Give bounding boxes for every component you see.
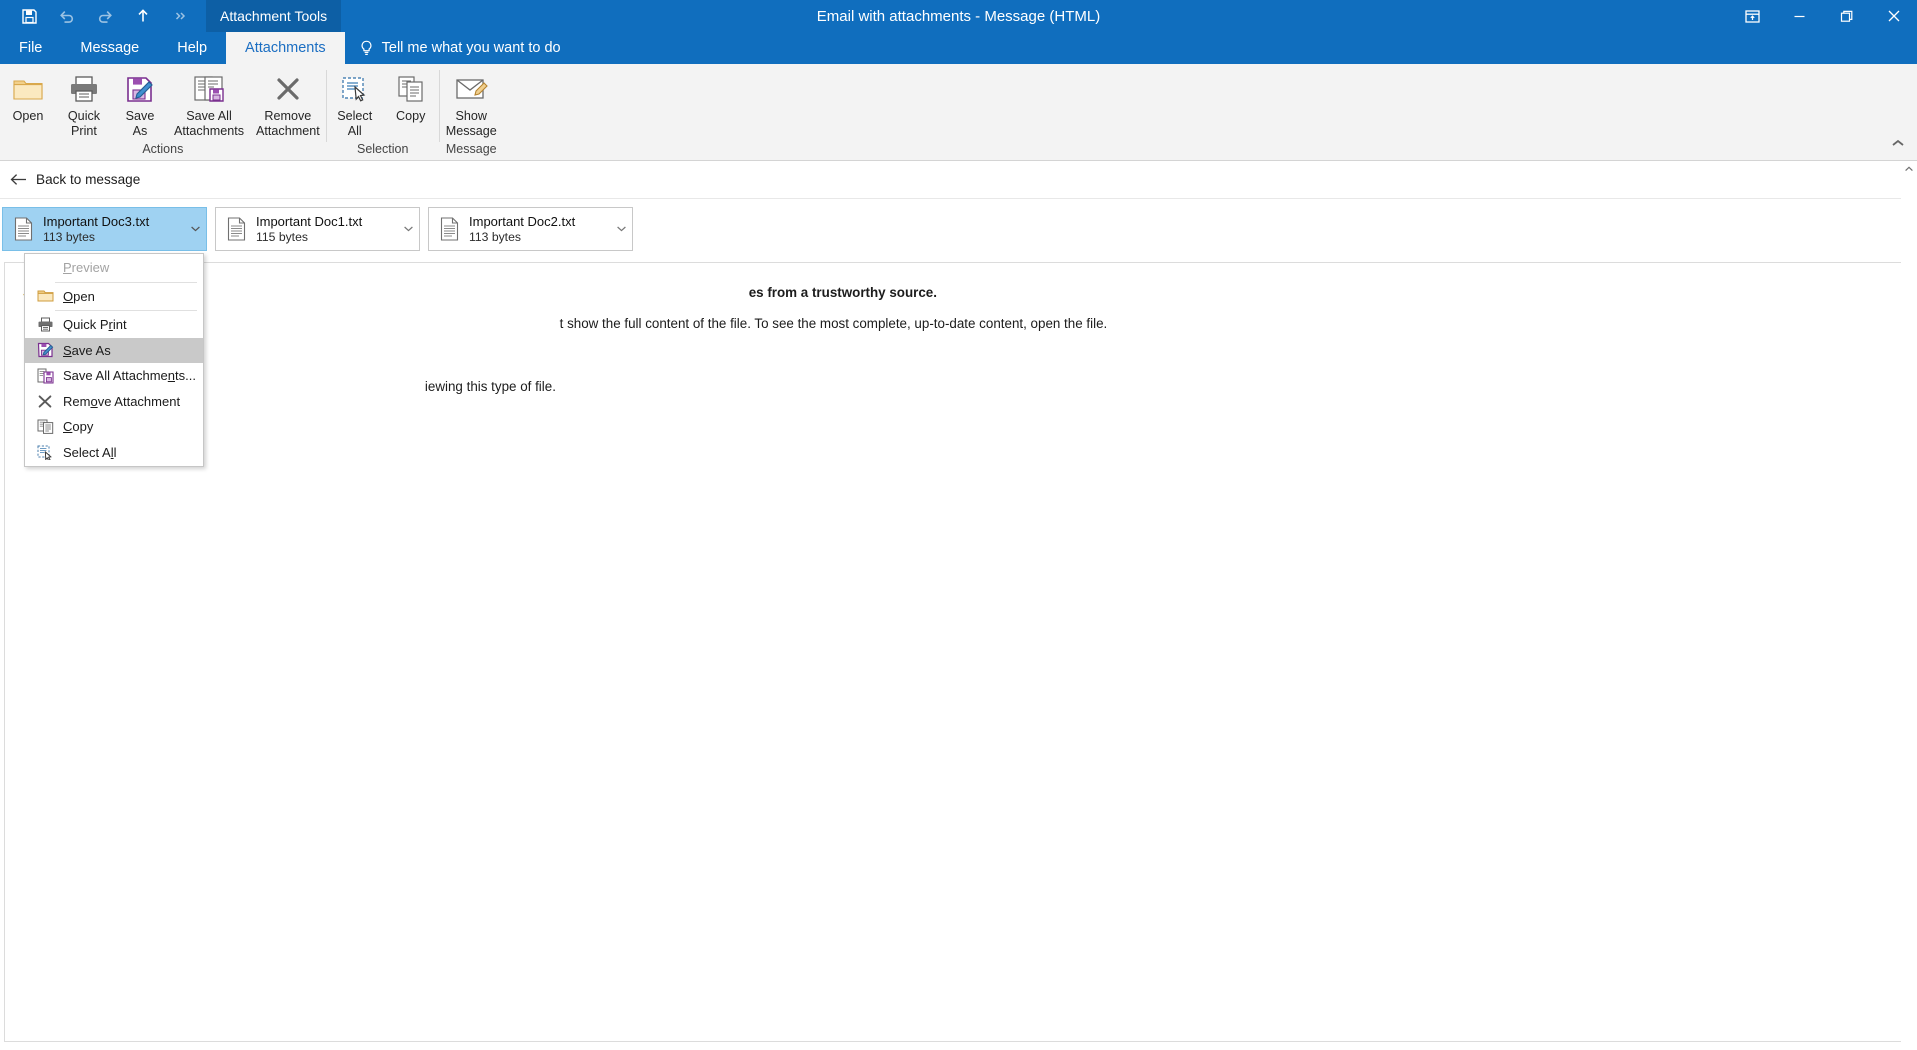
remove-attachment-button-label: Remove Attachment — [256, 109, 320, 138]
attachment-size: 115 bytes — [256, 229, 308, 244]
show-message-icon — [446, 71, 497, 107]
tab-file[interactable]: File — [0, 32, 61, 64]
attachment-tile-important-doc2[interactable]: Important Doc2.txt 113 bytes — [428, 207, 633, 251]
no-preview-visible: iewing this type of file. — [424, 379, 556, 394]
menu-separator — [55, 310, 197, 311]
save-as-button-label: Save As — [125, 109, 155, 138]
attachment-name: Important Doc3.txt — [43, 213, 150, 229]
ribbon-group-actions: Open Quick Print Save As Save All Attach… — [0, 64, 326, 161]
open-folder-icon — [6, 71, 50, 107]
ribbon: Open Quick Print Save As Save All Attach… — [0, 64, 1917, 161]
context-menu-item-preview[interactable]: Preview — [25, 255, 203, 281]
warning-line-1: es from a trustworthy source. — [748, 285, 937, 300]
attachment-name: Important Doc2.txt — [469, 213, 576, 229]
attachment-size: 113 bytes — [43, 229, 95, 244]
context-menu-item-save-all-attachments[interactable]: Save All Attachments... — [25, 363, 203, 389]
select-all-icon — [333, 71, 377, 107]
attachment-size: 113 bytes — [469, 229, 521, 244]
context-menu-item-open[interactable]: Open — [25, 284, 203, 310]
back-arrow-icon — [10, 173, 27, 186]
ribbon-group-message-label: Message — [445, 142, 497, 156]
context-menu-item-select-all[interactable]: Select All — [25, 440, 203, 466]
text-file-icon — [437, 217, 461, 241]
attachment-preview-panel: Be careful — attachments can contain vir… — [4, 262, 1910, 1042]
back-to-message-label: Back to message — [36, 172, 141, 187]
chevron-down-icon[interactable] — [188, 226, 202, 232]
save-icon[interactable] — [12, 1, 46, 31]
copy-icon — [389, 71, 433, 107]
context-menu-item-quick-print[interactable]: Quick Print — [25, 312, 203, 338]
lightbulb-icon — [359, 40, 374, 57]
copy-button[interactable]: Copy — [383, 68, 439, 124]
text-file-icon — [11, 217, 35, 241]
save-all-attachments-icon — [174, 71, 244, 107]
attachment-tile-important-doc3[interactable]: Important Doc3.txt 113 bytes — [2, 207, 207, 251]
text-file-icon — [224, 217, 248, 241]
warning-line-2: t show the full content of the file. To … — [559, 316, 1108, 331]
vertical-scrollbar[interactable] — [1901, 161, 1917, 1050]
ribbon-tab-row: File Message Help Attachments Tell me wh… — [0, 32, 1917, 64]
quick-print-button[interactable]: Quick Print — [56, 68, 112, 138]
select-all-button[interactable]: Select All — [327, 68, 383, 138]
ribbon-group-selection-label: Selection — [356, 142, 409, 156]
printer-icon — [62, 71, 106, 107]
tab-help[interactable]: Help — [158, 32, 226, 64]
up-arrow-icon[interactable] — [126, 1, 160, 31]
copy-icon — [33, 419, 57, 435]
copy-button-label: Copy — [396, 109, 426, 123]
open-button[interactable]: Open — [0, 68, 56, 124]
save-as-button[interactable]: Save As — [112, 68, 168, 138]
close-button[interactable] — [1870, 0, 1917, 32]
redo-icon[interactable] — [88, 1, 122, 31]
menu-separator — [55, 281, 197, 283]
save-all-attachments-icon — [33, 368, 57, 384]
quick-print-button-label: Quick Print — [67, 109, 101, 138]
ribbon-display-options-button[interactable] — [1729, 0, 1776, 32]
printer-icon — [33, 317, 57, 332]
scroll-up-icon[interactable] — [1901, 161, 1917, 177]
ribbon-group-actions-label: Actions — [142, 142, 184, 156]
attachment-name: Important Doc1.txt — [256, 213, 363, 229]
remove-attachment-icon — [256, 71, 320, 107]
attachment-tools-context-label: Attachment Tools — [206, 0, 342, 32]
back-to-message-bar[interactable]: Back to message — [0, 161, 1917, 199]
tab-message[interactable]: Message — [61, 32, 158, 64]
open-folder-icon — [33, 289, 57, 303]
context-menu-item-save-as[interactable]: Save As — [25, 337, 203, 363]
ribbon-group-selection: Select All Copy Selection — [327, 64, 439, 161]
select-all-button-label: Select All — [337, 109, 373, 138]
context-menu-item-remove-attachment[interactable]: Remove Attachment — [25, 389, 203, 415]
tab-attachments[interactable]: Attachments — [226, 32, 345, 64]
chevron-down-icon[interactable] — [401, 226, 415, 232]
save-as-icon — [33, 342, 57, 358]
ribbon-group-message: Show Message Message — [440, 64, 503, 161]
remove-attachment-icon — [33, 394, 57, 409]
chevron-up-icon[interactable] — [1889, 134, 1907, 152]
title-bar: Attachment Tools Email with attachments … — [0, 0, 1917, 32]
context-menu-item-copy[interactable]: Copy — [25, 414, 203, 440]
attachment-tile-bar: Important Doc3.txt 113 bytes Important D… — [0, 204, 1917, 254]
undo-icon[interactable] — [50, 1, 84, 31]
window-controls — [1729, 0, 1917, 32]
restore-button[interactable] — [1823, 0, 1870, 32]
save-as-icon — [118, 71, 162, 107]
attachment-context-menu: Preview Open Quick Print Save As Save Al… — [24, 253, 204, 467]
chevron-down-icon[interactable] — [614, 226, 628, 232]
select-all-icon — [33, 445, 57, 460]
tell-me-search[interactable]: Tell me what you want to do — [345, 32, 575, 64]
remove-attachment-button[interactable]: Remove Attachment — [250, 68, 326, 138]
tell-me-label: Tell me what you want to do — [381, 40, 561, 56]
no-preview-message: No preview is available because there is… — [5, 379, 1909, 394]
customize-quick-access-toolbar-icon[interactable] — [164, 1, 198, 31]
attachment-warning: Be careful — attachments can contain vir… — [5, 263, 1909, 339]
attachment-tile-important-doc1[interactable]: Important Doc1.txt 115 bytes — [215, 207, 420, 251]
save-all-attachments-button-label: Save All Attachments — [174, 109, 244, 138]
show-message-button-label: Show Message — [445, 109, 497, 138]
show-message-button[interactable]: Show Message — [440, 68, 503, 138]
save-all-attachments-button[interactable]: Save All Attachments — [168, 68, 250, 138]
open-button-label: Open — [12, 109, 44, 123]
quick-access-toolbar — [0, 0, 198, 32]
minimize-button[interactable] — [1776, 0, 1823, 32]
